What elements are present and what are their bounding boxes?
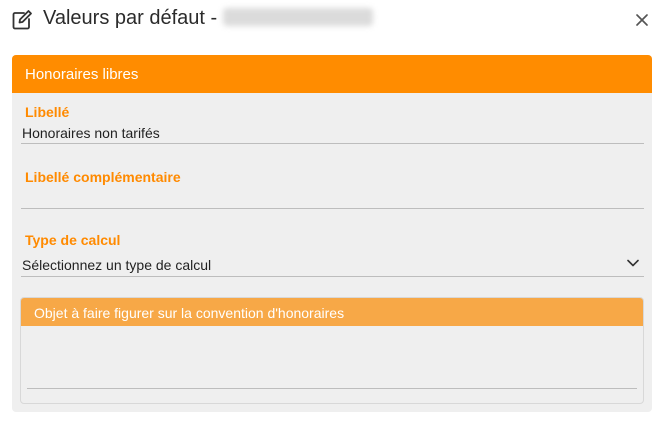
- convention-textarea[interactable]: [27, 332, 637, 386]
- chevron-down-icon[interactable]: [626, 258, 640, 268]
- redacted-title-suffix: [223, 8, 374, 26]
- libelle-field[interactable]: Honoraires non tarifés: [22, 125, 160, 141]
- libelle-complementaire-field[interactable]: [22, 190, 642, 208]
- convention-textarea-underline: [27, 388, 637, 389]
- dialog-header: Valeurs par défaut -: [0, 0, 670, 44]
- convention-subpanel: Objet à faire figurer sur la convention …: [20, 297, 644, 404]
- edit-icon: [12, 10, 32, 30]
- honoraires-panel: Honoraires libres Libellé Honoraires non…: [12, 55, 652, 412]
- dialog-title-text: Valeurs par défaut -: [43, 7, 218, 29]
- close-icon[interactable]: [632, 10, 652, 30]
- panel-header: Honoraires libres: [12, 55, 652, 93]
- type-calcul-underline: [21, 276, 644, 277]
- type-calcul-label: Type de calcul: [25, 232, 121, 248]
- dialog-title: Valeurs par défaut -: [43, 7, 374, 30]
- libelle-complementaire-label: Libellé complémentaire: [25, 169, 181, 185]
- subpanel-header: Objet à faire figurer sur la convention …: [21, 298, 643, 326]
- libelle-underline: [21, 143, 644, 144]
- libelle-complementaire-underline: [21, 208, 644, 209]
- type-calcul-select[interactable]: Sélectionnez un type de calcul: [22, 257, 211, 273]
- libelle-label: Libellé: [25, 104, 70, 120]
